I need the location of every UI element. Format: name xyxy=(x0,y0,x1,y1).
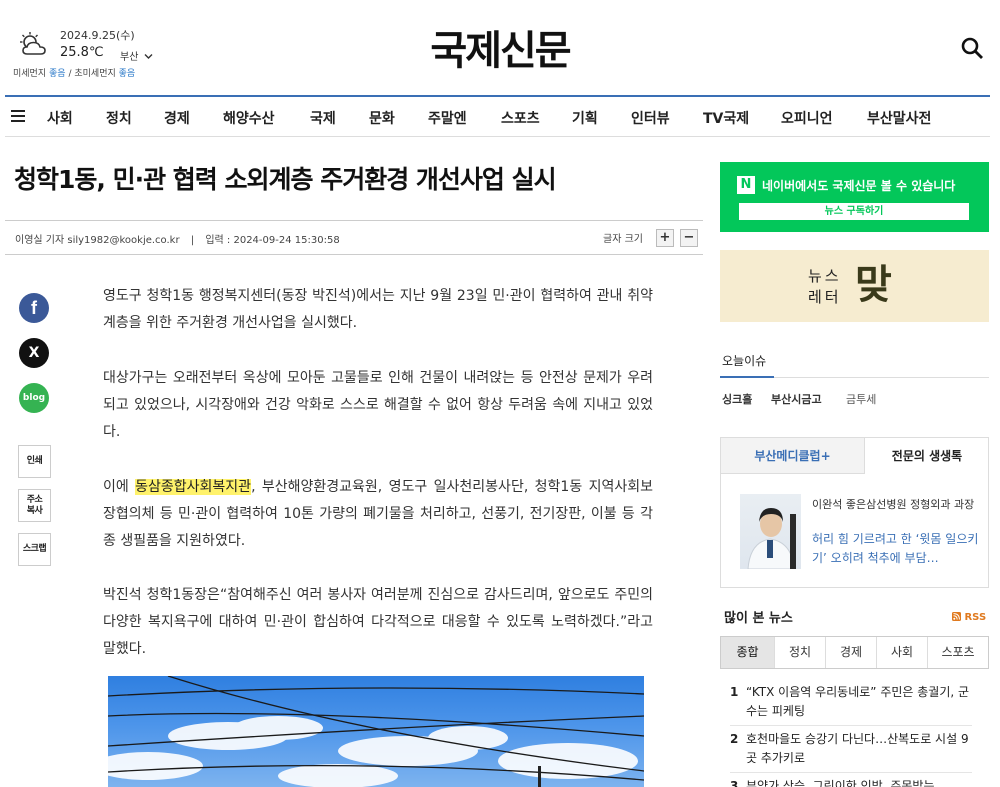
dust-label: 미세먼지 xyxy=(13,69,47,79)
nav-item-culture[interactable]: 문화 xyxy=(369,108,395,128)
chevron-down-icon xyxy=(144,54,153,59)
rank-number: 2 xyxy=(730,732,739,746)
paragraph-3-lead: 이에 xyxy=(103,479,136,495)
most-viewed-title: 호천마을도 승강기 다닌다…산복도로 시설 9곳 추가키로 xyxy=(746,732,969,765)
article-paragraph-1: 영도구 청학1동 행정복지센터(동장 박진석)에서는 지난 9월 23일 민·관… xyxy=(103,288,653,331)
tab-politics[interactable]: 정치 xyxy=(774,637,825,668)
naver-logo-icon: N xyxy=(737,176,755,194)
nav-item-busan-dictionary[interactable]: 부산말사전 xyxy=(867,108,931,128)
nav-item-feature[interactable]: 기획 xyxy=(572,108,598,128)
top-header: 2024.9.25(수) 25.8℃ 부산 미세먼지 좋음 / 초미세먼지 좋음… xyxy=(0,0,1000,95)
region-select[interactable]: 부산 xyxy=(120,48,153,63)
print-button[interactable]: 인쇄 xyxy=(18,445,51,478)
tab-overall[interactable]: 종합 xyxy=(721,637,774,668)
naver-banner-text: 네이버에서도 국제신문 볼 수 있습니다 xyxy=(762,179,956,193)
nav-item-economy[interactable]: 경제 xyxy=(164,108,190,128)
today-issue-underline xyxy=(720,376,774,378)
weather-temperature: 25.8℃ xyxy=(60,45,104,60)
rss-icon xyxy=(952,612,961,621)
byline: 이영실 기자 sily1982@kookje.co.kr xyxy=(15,235,180,246)
meta-separator: | xyxy=(190,235,195,246)
newsletter-banner[interactable]: 뉴스 레터 맞 xyxy=(720,250,989,322)
main-nav: 사회 정치 경제 해양수산 국제 문화 주말엔 스포츠 기획 인터뷰 TV국제 … xyxy=(5,95,990,137)
article-title: 청학1동, 민·관 협력 소외계층 주거환경 개선사업 실시 xyxy=(14,165,557,194)
font-size-label: 글자 크기 xyxy=(603,234,643,245)
list-divider xyxy=(730,725,972,726)
nav-item-tv[interactable]: TV국제 xyxy=(703,108,749,128)
nav-item-opinion[interactable]: 오피니언 xyxy=(781,108,833,128)
tab-sports[interactable]: 스포츠 xyxy=(927,637,988,668)
article-paragraph-2: 대상가구는 오래전부터 옥상에 모아둔 고물들로 인해 건물이 내려앉는 등 안… xyxy=(103,370,653,440)
most-viewed-item[interactable]: 2 호천마을도 승강기 다닌다…산복도로 시설 9곳 추가키로 xyxy=(730,730,980,770)
x-share-icon[interactable]: X xyxy=(19,338,49,368)
article-photo xyxy=(108,676,644,787)
newsletter-label-line-2: 레터 xyxy=(808,288,842,306)
doctor-article-link[interactable]: 허리 힘 기르려고 한 ‘윗몸 일으키기’ 오히려 척추에 부담… xyxy=(812,530,982,568)
nav-item-international[interactable]: 국제 xyxy=(310,108,336,128)
rss-link[interactable]: RSS xyxy=(952,612,986,623)
nav-item-society[interactable]: 사회 xyxy=(47,108,73,128)
newsletter-brand-logo: 맞 xyxy=(855,262,892,308)
nav-item-ocean[interactable]: 해양수산 xyxy=(223,108,275,128)
most-viewed-item[interactable]: 3 부양가 상승, 그린이한 인방, 주목받는 xyxy=(730,777,980,787)
today-issue-heading: 오늘이슈 xyxy=(722,354,767,368)
most-viewed-heading: 많이 본 뉴스 xyxy=(724,611,793,626)
nav-item-weekend[interactable]: 주말엔 xyxy=(428,108,467,128)
published-time: 입력 : 2024-09-24 15:30:58 xyxy=(205,235,340,246)
rank-number: 3 xyxy=(730,779,739,787)
dust-value: 좋음 xyxy=(49,69,66,79)
region-label: 부산 xyxy=(120,52,139,63)
rank-number: 1 xyxy=(730,685,739,699)
article-meta-bar: 이영실 기자 sily1982@kookje.co.kr | 입력 : 2024… xyxy=(5,220,703,255)
doctor-name: 이완석 좋은삼선병원 정형외과 과장 xyxy=(812,498,975,511)
rss-label: RSS xyxy=(964,612,987,623)
sky-with-power-lines-image xyxy=(108,676,644,787)
blog-share-icon[interactable]: blog xyxy=(19,383,49,413)
air-quality: 미세먼지 좋음 / 초미세먼지 좋음 xyxy=(13,66,135,79)
article-paragraph-3: 이에 동삼종합사회복지관, 부산해양환경교육원, 영도구 일사천리봉사단, 청학… xyxy=(103,474,653,555)
tab-busan-medi-club[interactable]: 부산메디클럽+ xyxy=(721,438,865,474)
scrap-button[interactable]: 스크랩 xyxy=(18,533,51,566)
newsletter-label: 뉴스 레터 xyxy=(808,266,842,308)
newsletter-label-line-1: 뉴스 xyxy=(808,267,842,285)
facebook-share-icon[interactable]: f xyxy=(19,293,49,323)
dust-divider: / xyxy=(68,69,72,79)
nav-item-politics[interactable]: 정치 xyxy=(106,108,132,128)
article-meta: 이영실 기자 sily1982@kookje.co.kr | 입력 : 2024… xyxy=(15,231,340,246)
doctor-portrait-image xyxy=(747,508,796,569)
font-increase-button[interactable]: + xyxy=(656,229,674,247)
list-divider xyxy=(730,772,972,773)
tab-economy[interactable]: 경제 xyxy=(825,637,876,668)
highlighted-keyword: 동삼종합사회복지관 xyxy=(135,479,252,495)
partly-cloudy-icon xyxy=(20,32,46,55)
font-decrease-button[interactable]: − xyxy=(680,229,698,247)
issue-link-sinkhole[interactable]: 싱크홀 xyxy=(722,391,752,407)
most-viewed-tabs: 종합 정치 경제 사회 스포츠 xyxy=(720,636,989,669)
search-icon[interactable] xyxy=(960,36,984,60)
issue-link-financial-tax[interactable]: 금투세 xyxy=(846,391,876,407)
news-subscribe-button[interactable]: 뉴스 구독하기 xyxy=(739,203,969,220)
tab-specialist-talk[interactable]: 전문의 생생톡 xyxy=(865,438,989,474)
naver-subscribe-banner: N 네이버에서도 국제신문 볼 수 있습니다 뉴스 구독하기 xyxy=(720,162,989,232)
doctor-photo[interactable] xyxy=(740,494,801,569)
copy-url-button[interactable]: 주소 복사 xyxy=(18,489,51,522)
most-viewed-title: 부양가 상승, 그린이한 인방, 주목받는 xyxy=(746,779,935,787)
ultra-dust-label: 초미세먼지 xyxy=(74,69,116,79)
site-logo[interactable]: 국제신문 xyxy=(400,18,600,76)
nav-item-interview[interactable]: 인터뷰 xyxy=(631,108,670,128)
nav-item-sports[interactable]: 스포츠 xyxy=(501,108,540,128)
most-viewed-item[interactable]: 1 “KTX 이음역 우리동네로” 주민은 총궐기, 군수는 피케팅 xyxy=(730,683,980,723)
weather-date: 2024.9.25(수) xyxy=(60,29,135,42)
article-paragraph-4: 박진석 청학1동장은“참여해주신 여러 봉사자 여러분께 진심으로 감사드리며,… xyxy=(103,587,653,657)
hamburger-menu-icon[interactable] xyxy=(11,110,25,122)
most-viewed-title: “KTX 이음역 우리동네로” 주민은 총궐기, 군수는 피케팅 xyxy=(746,685,970,718)
ultra-dust-value: 좋음 xyxy=(118,69,136,79)
tab-society[interactable]: 사회 xyxy=(876,637,927,668)
medi-club-box: 부산메디클럽+ 전문의 생생톡 이완석 좋은삼선병원 정형외과 과장 허리 힘 … xyxy=(720,437,989,588)
issue-link-busan-treasury[interactable]: 부산시금고 xyxy=(771,391,822,407)
